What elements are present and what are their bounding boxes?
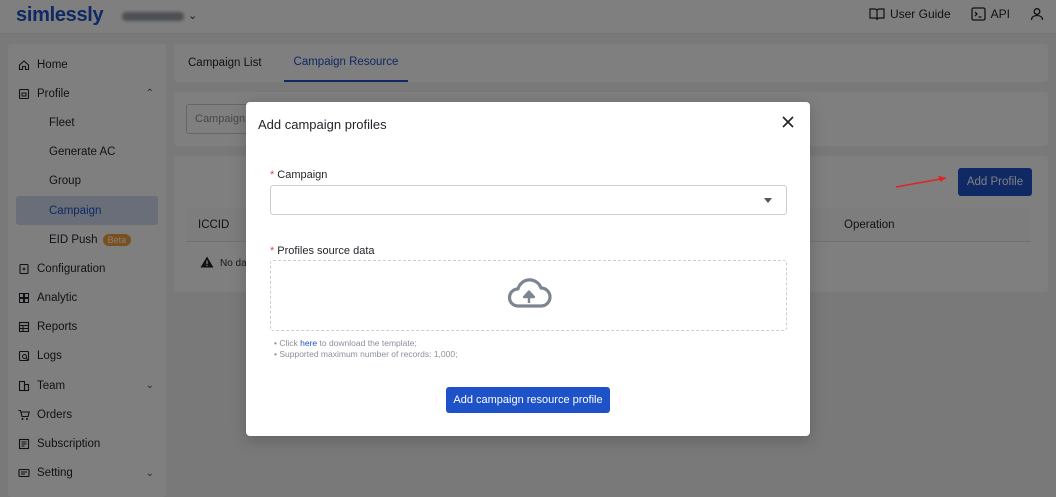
- required-mark: *: [270, 169, 275, 181]
- annotation-arrow-icon: [894, 172, 954, 193]
- profiles-label-text: Profiles source data: [277, 245, 375, 257]
- campaign-label-text: Campaign: [277, 169, 328, 181]
- profiles-upload-dropzone[interactable]: [270, 260, 787, 331]
- add-campaign-profiles-dialog: Add campaign profiles * Campaign * Profile…: [246, 102, 810, 436]
- close-icon[interactable]: [780, 114, 796, 130]
- caret-down-icon: [764, 198, 772, 203]
- add-campaign-resource-profile-button[interactable]: Add campaign resource profile: [446, 387, 610, 413]
- max-records-text: Supported maximum number of records: 1,0…: [279, 349, 458, 359]
- required-mark: *: [270, 245, 275, 257]
- max-records-hint: • Supported maximum number of records: 1…: [274, 349, 458, 359]
- download-template-link[interactable]: here: [300, 338, 317, 348]
- upload-hints: • Click here to download the template; •…: [274, 338, 457, 360]
- campaign-field-label: * Campaign: [270, 169, 327, 181]
- cloud-upload-icon: [506, 278, 552, 313]
- template-hint: • Click here to download the template;: [274, 338, 417, 348]
- hint-prefix: Click: [279, 338, 301, 348]
- profiles-field-label: * Profiles source data: [270, 245, 375, 257]
- modal-title: Add campaign profiles: [258, 117, 387, 132]
- hint-suffix: to download the template;: [317, 338, 417, 348]
- campaign-select[interactable]: [270, 185, 787, 215]
